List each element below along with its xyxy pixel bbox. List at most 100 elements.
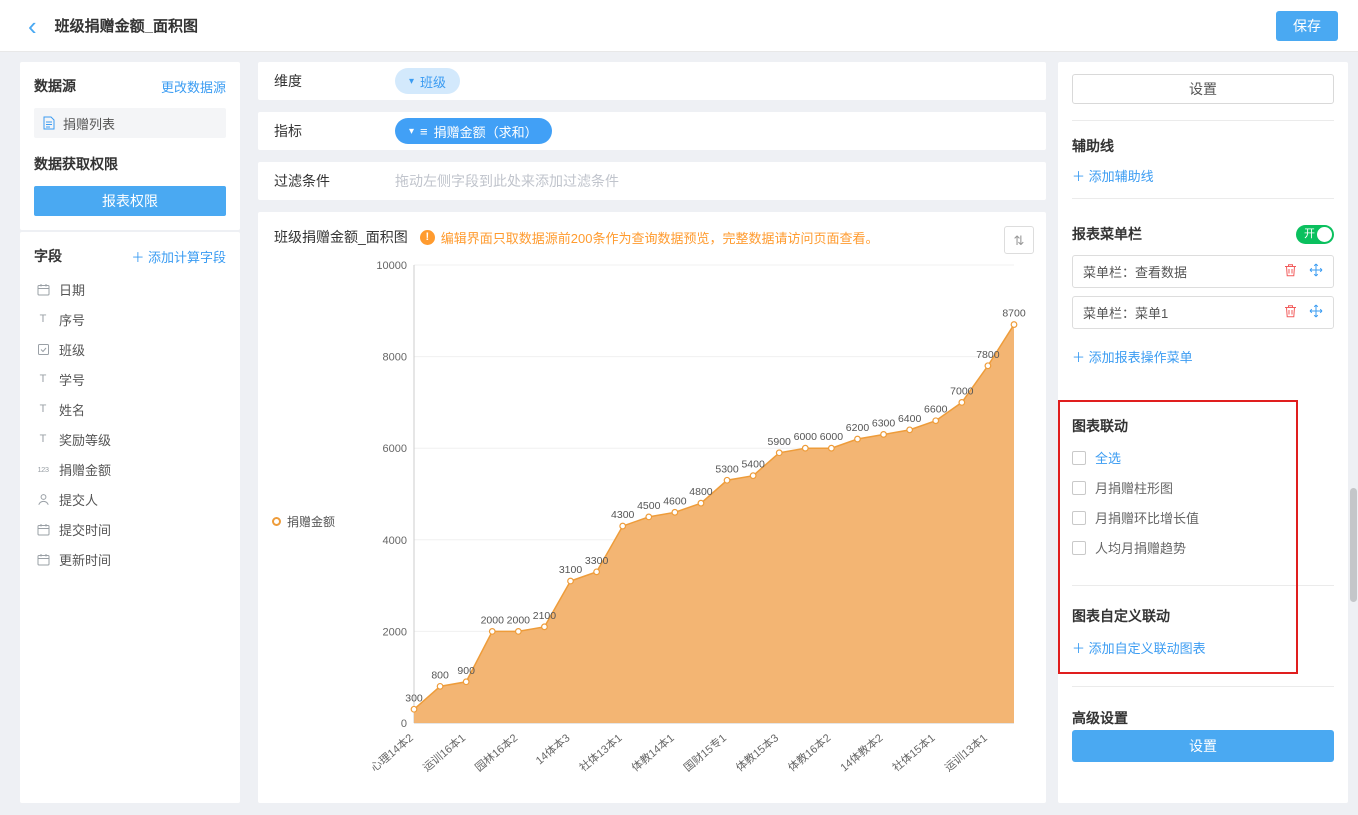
- dimension-pill[interactable]: ▾ 班级: [395, 68, 460, 94]
- checkbox-icon[interactable]: [1072, 541, 1086, 555]
- legend-marker-icon: [272, 517, 281, 526]
- svg-text:社体13本1: 社体13本1: [576, 731, 624, 775]
- add-report-menu-link[interactable]: ＋ 添加报表操作菜单: [1072, 347, 1334, 366]
- field-item-reward-level[interactable]: T 奖励等级: [34, 424, 226, 454]
- svg-text:0: 0: [401, 718, 407, 730]
- toggle-on-label: 开: [1304, 228, 1315, 241]
- annotation-highlight-box: [1058, 400, 1298, 674]
- trash-icon[interactable]: [1284, 304, 1297, 321]
- filter-row[interactable]: 过滤条件 拖动左侧字段到此处来添加过滤条件: [258, 162, 1046, 200]
- field-item-serial[interactable]: T 序号: [34, 304, 226, 334]
- back-icon[interactable]: ‹: [28, 13, 37, 39]
- field-label: 日期: [59, 280, 85, 299]
- field-item-submit-time[interactable]: 提交时间: [34, 514, 226, 544]
- field-item-donation-amount[interactable]: 123 捐赠金额: [34, 454, 226, 484]
- field-item-name[interactable]: T 姓名: [34, 394, 226, 424]
- chevron-down-icon: ▾: [409, 76, 414, 87]
- fields-title: 字段: [34, 246, 62, 266]
- field-list: 日期 T 序号 班级 T 学号 T 姓名 T 奖励等级 123 捐赠金额 提交人: [34, 274, 226, 574]
- menubar-item-view-data[interactable]: 菜单栏：查看数据: [1072, 255, 1334, 288]
- svg-text:14体本3: 14体本3: [533, 731, 573, 768]
- top-header: ‹ 班级捐赠金额_面积图 保存: [0, 0, 1358, 52]
- svg-text:2000: 2000: [481, 614, 505, 626]
- menubar-item-menu1[interactable]: 菜单栏：菜单1: [1072, 296, 1334, 329]
- svg-text:心理14本2: 心理14本2: [368, 731, 416, 775]
- change-datasource-link[interactable]: 更改数据源: [161, 77, 226, 96]
- svg-text:6200: 6200: [846, 422, 870, 434]
- linkage-option-select-all[interactable]: 全选: [1072, 448, 1334, 467]
- document-icon: [42, 116, 56, 130]
- fields-panel: 字段 ＋ 添加计算字段 日期 T 序号 班级 T 学号 T 姓名 T 奖励等级 …: [20, 232, 240, 803]
- field-label: 学号: [59, 370, 85, 389]
- checkbox-icon[interactable]: [1072, 451, 1086, 465]
- svg-text:6600: 6600: [924, 404, 948, 416]
- svg-text:2000: 2000: [507, 614, 531, 626]
- svg-text:6400: 6400: [898, 413, 922, 425]
- dimension-value: 班级: [420, 72, 446, 91]
- field-label: 序号: [59, 310, 85, 329]
- field-label: 更新时间: [59, 550, 111, 569]
- calendar-icon: [36, 523, 50, 536]
- scrollbar-thumb[interactable]: [1350, 488, 1357, 602]
- svg-text:社体15本1: 社体15本1: [889, 731, 937, 775]
- svg-text:4800: 4800: [689, 486, 713, 498]
- field-item-student-no[interactable]: T 学号: [34, 364, 226, 394]
- text-type-icon: T: [36, 433, 50, 445]
- svg-text:8700: 8700: [1002, 308, 1026, 320]
- settings-button[interactable]: 设置: [1072, 74, 1334, 104]
- field-label: 姓名: [59, 400, 85, 419]
- chart-legend[interactable]: 捐赠金额: [272, 513, 368, 530]
- field-item-update-time[interactable]: 更新时间: [34, 544, 226, 574]
- filter-label: 过滤条件: [274, 171, 395, 191]
- svg-text:300: 300: [405, 692, 423, 704]
- svg-text:4600: 4600: [663, 495, 687, 507]
- add-custom-linkage-link[interactable]: ＋ 添加自定义联动图表: [1072, 638, 1334, 657]
- svg-text:4000: 4000: [383, 535, 407, 547]
- add-aux-line-link[interactable]: ＋ 添加辅助线: [1072, 166, 1334, 185]
- page-title: 班级捐赠金额_面积图: [55, 15, 198, 36]
- aux-line-title: 辅助线: [1072, 136, 1334, 156]
- datasource-name: 捐赠列表: [63, 114, 115, 133]
- move-icon[interactable]: [1309, 304, 1323, 321]
- svg-text:6000: 6000: [383, 443, 407, 455]
- field-label: 捐赠金额: [59, 460, 111, 479]
- add-calc-field-link[interactable]: ＋ 添加计算字段: [131, 247, 226, 266]
- svg-text:800: 800: [431, 669, 449, 681]
- metric-pill[interactable]: ▾ ≡ 捐赠金额（求和）: [395, 118, 552, 144]
- metric-row: 指标 ▾ ≡ 捐赠金额（求和）: [258, 112, 1046, 150]
- menubar-toggle[interactable]: 开: [1296, 225, 1334, 244]
- svg-text:5400: 5400: [741, 459, 765, 471]
- field-label: 班级: [59, 340, 85, 359]
- svg-text:900: 900: [457, 665, 475, 677]
- menubar-item-label: 菜单栏：菜单1: [1083, 303, 1168, 322]
- advanced-settings-title: 高级设置: [1072, 708, 1334, 728]
- checkbox-icon[interactable]: [1072, 481, 1086, 495]
- field-item-class[interactable]: 班级: [34, 334, 226, 364]
- svg-text:14体教本2: 14体教本2: [837, 731, 885, 775]
- checkbox-icon[interactable]: [1072, 511, 1086, 525]
- linkage-option-per-capita-trend[interactable]: 人均月捐赠趋势: [1072, 538, 1334, 557]
- advanced-settings-button[interactable]: 设置: [1072, 730, 1334, 762]
- report-permission-button[interactable]: 报表权限: [34, 186, 226, 216]
- linkage-option-label: 月捐赠环比增长值: [1095, 508, 1199, 527]
- svg-text:园林16本2: 园林16本2: [472, 731, 520, 775]
- svg-text:体教14本1: 体教14本1: [628, 731, 676, 775]
- svg-text:6000: 6000: [794, 431, 818, 443]
- move-icon[interactable]: [1309, 263, 1323, 280]
- sort-button[interactable]: ⇅: [1004, 226, 1034, 254]
- linkage-option-mom-growth[interactable]: 月捐赠环比增长值: [1072, 508, 1334, 527]
- dimension-row: 维度 ▾ 班级: [258, 62, 1046, 100]
- save-button[interactable]: 保存: [1276, 11, 1338, 41]
- field-item-submitter[interactable]: 提交人: [34, 484, 226, 514]
- divider: [1072, 686, 1334, 687]
- text-type-icon: T: [36, 403, 50, 415]
- field-item-date[interactable]: 日期: [34, 274, 226, 304]
- trash-icon[interactable]: [1284, 263, 1297, 280]
- linkage-option-label: 月捐赠柱形图: [1095, 478, 1173, 497]
- datasource-item[interactable]: 捐赠列表: [34, 108, 226, 138]
- svg-text:运训16本1: 运训16本1: [420, 731, 468, 775]
- linkage-option-label: 人均月捐赠趋势: [1095, 538, 1186, 557]
- linkage-option-monthly-bar[interactable]: 月捐赠柱形图: [1072, 478, 1334, 497]
- chart-linkage-title: 图表联动: [1072, 416, 1334, 436]
- field-label: 奖励等级: [59, 430, 111, 449]
